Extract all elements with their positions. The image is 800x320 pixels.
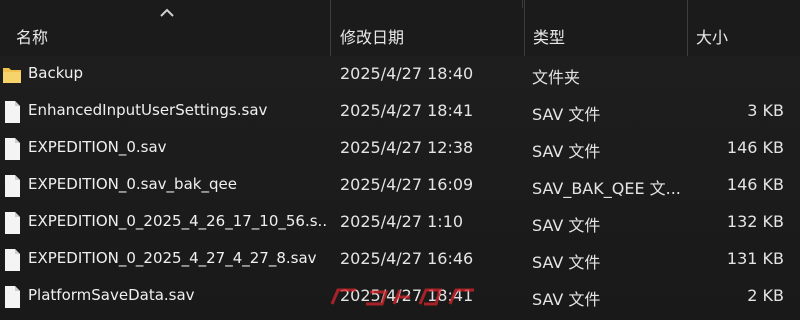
file-name: Backup — [28, 64, 83, 82]
file-date: 2025/4/27 16:46 — [340, 249, 474, 268]
column-header-type[interactable]: 类型 — [525, 0, 687, 56]
file-icon — [5, 212, 20, 234]
watermark-logo — [330, 288, 474, 306]
file-type: 文件夹 — [532, 68, 581, 87]
file-name: EXPEDITION_0_2025_4_26_17_10_56.s... — [28, 212, 328, 230]
file-row[interactable]: EXPEDITION_0.sav_bak_qee 2025/4/27 16:09… — [0, 167, 800, 204]
file-size: 132 KB — [726, 212, 784, 231]
file-name: EXPEDITION_0_2025_4_27_4_27_8.sav — [28, 249, 317, 267]
file-type: SAV 文件 — [532, 253, 601, 272]
file-name: EXPEDITION_0.sav — [28, 138, 167, 156]
file-date: 2025/4/27 12:38 — [340, 138, 474, 157]
file-name: EnhancedInputUserSettings.sav — [28, 101, 268, 119]
file-type: SAV 文件 — [532, 142, 601, 161]
file-date: 2025/4/27 16:09 — [340, 175, 474, 194]
column-header-bar: 名称 修改日期 类型 大小 — [0, 0, 800, 56]
file-list: Backup 2025/4/27 18:40 文件夹 EnhancedInput… — [0, 56, 800, 320]
file-type: SAV 文件 — [532, 216, 601, 235]
file-row-backup[interactable]: Backup 2025/4/27 18:40 文件夹 — [0, 56, 800, 93]
column-header-date-label: 修改日期 — [340, 28, 405, 47]
column-header-date[interactable]: 修改日期 — [331, 0, 524, 56]
file-size: 2 KB — [747, 286, 784, 305]
folder-icon — [3, 68, 21, 83]
file-name: EXPEDITION_0.sav_bak_qee — [28, 175, 237, 193]
file-row[interactable]: EXPEDITION_0_2025_4_27_4_27_8.sav 2025/4… — [0, 241, 800, 278]
file-explorer-list-view: 名称 修改日期 类型 大小 Backup 2025/4/27 18:40 文件夹 — [0, 0, 800, 320]
file-type: SAV 文件 — [532, 290, 601, 309]
column-header-type-label: 类型 — [533, 28, 566, 47]
column-header-size-label: 大小 — [696, 28, 729, 47]
file-date: 2025/4/27 1:10 — [340, 212, 464, 231]
file-icon — [5, 249, 20, 271]
file-icon — [5, 138, 20, 160]
file-size: 146 KB — [726, 175, 784, 194]
file-icon — [5, 286, 20, 308]
file-icon — [5, 175, 20, 197]
file-type: SAV 文件 — [532, 105, 601, 124]
file-icon — [5, 101, 20, 123]
file-date: 2025/4/27 18:41 — [340, 101, 474, 120]
file-size: 3 KB — [747, 101, 784, 120]
column-header-name-label: 名称 — [16, 28, 49, 47]
file-size: 131 KB — [726, 249, 784, 268]
column-header-name[interactable]: 名称 — [0, 0, 330, 56]
file-date: 2025/4/27 18:40 — [340, 64, 474, 83]
file-name: PlatformSaveData.sav — [28, 286, 195, 304]
file-row[interactable]: EnhancedInputUserSettings.sav 2025/4/27 … — [0, 93, 800, 130]
file-row[interactable]: EXPEDITION_0_2025_4_26_17_10_56.s... 202… — [0, 204, 800, 241]
column-header-size[interactable]: 大小 — [688, 0, 800, 56]
file-type: SAV_BAK_QEE 文... — [532, 179, 681, 198]
file-size: 146 KB — [726, 138, 784, 157]
file-row[interactable]: EXPEDITION_0.sav 2025/4/27 12:38 SAV 文件 … — [0, 130, 800, 167]
